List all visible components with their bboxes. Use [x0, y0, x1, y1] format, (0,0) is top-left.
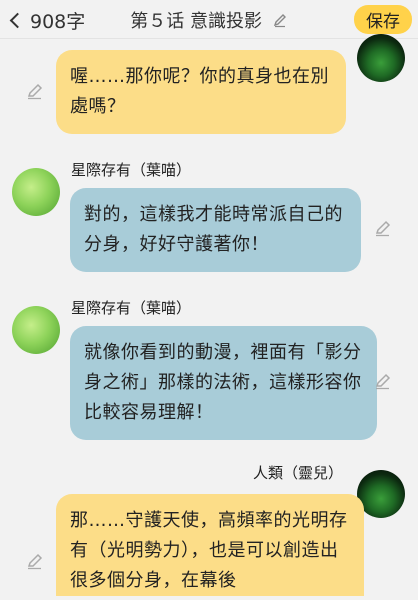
- sender-name: 星際存有（葉喵）: [71, 299, 192, 317]
- avatar[interactable]: [12, 306, 60, 354]
- message-bubble[interactable]: 那……守護天使，高頻率的光明存有（光明勢力），也是可以創造出很多個分身，在幕後: [56, 494, 364, 596]
- chapter-title: 第５话 意識投影: [130, 11, 262, 32]
- avatar[interactable]: [357, 34, 405, 82]
- save-button[interactable]: 保存: [354, 5, 412, 34]
- sender-name: 人類（靈兒）: [253, 464, 344, 482]
- message-bubble[interactable]: 喔……那你呢？你的真身也在別處嗎？: [56, 50, 346, 134]
- pencil-icon[interactable]: [374, 219, 392, 241]
- sender-name: 星際存有（葉喵）: [71, 161, 192, 179]
- top-bar: 908字 第５话 意識投影 保存: [0, 0, 418, 39]
- message-bubble[interactable]: 就像你看到的動漫，裡面有「影分身之術」那樣的法術，這樣形容你比較容易理解！: [70, 326, 377, 440]
- pencil-icon[interactable]: [26, 552, 44, 574]
- message-bubble[interactable]: 對的，這樣我才能時常派自己的分身，好好守護著你！: [70, 188, 361, 272]
- edit-title-icon[interactable]: [272, 12, 288, 33]
- pencil-icon[interactable]: [374, 372, 392, 394]
- avatar[interactable]: [357, 470, 405, 518]
- avatar[interactable]: [12, 168, 60, 216]
- pencil-icon[interactable]: [26, 82, 44, 104]
